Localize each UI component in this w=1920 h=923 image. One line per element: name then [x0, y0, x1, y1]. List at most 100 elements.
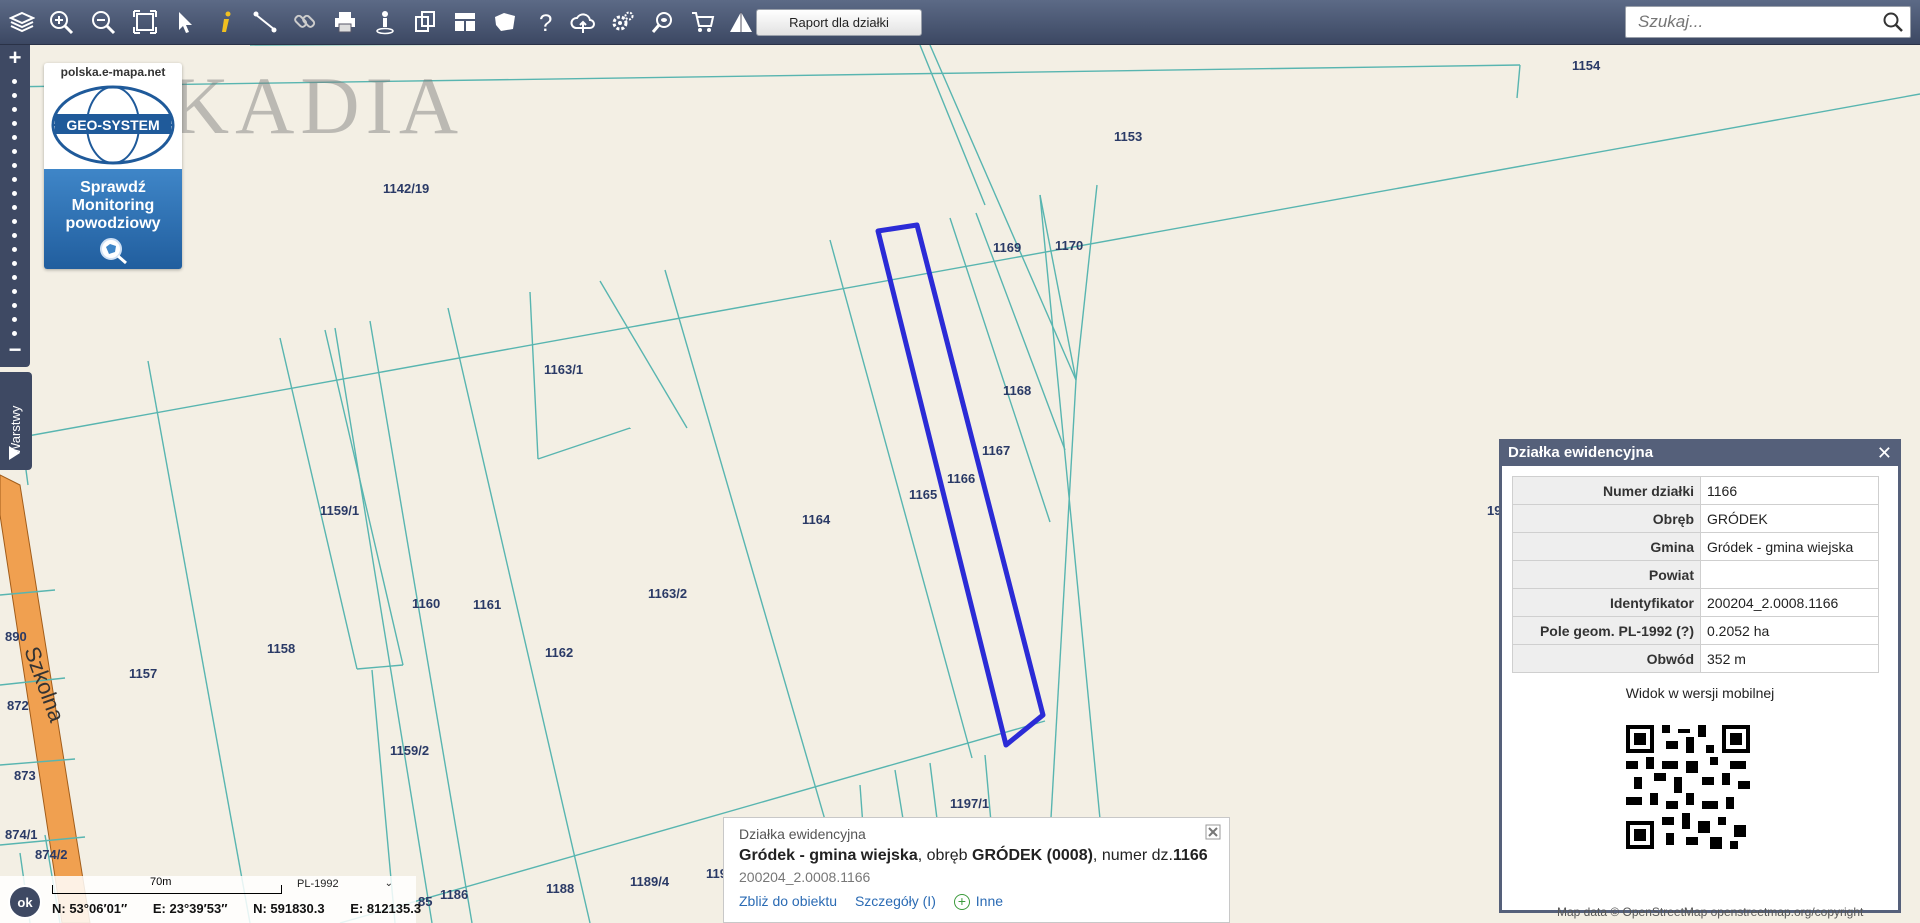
help-icon[interactable]: ? — [530, 6, 560, 38]
table-row: Identyfikator 200204_2.0008.1166 — [1512, 588, 1879, 617]
zoom-minus-button[interactable]: − — [0, 337, 30, 363]
zoom-level-dot[interactable] — [12, 289, 17, 294]
attr-key[interactable]: Pole geom. PL-1992 (?) — [1512, 616, 1701, 645]
zoom-level-dot[interactable] — [12, 205, 17, 210]
ok-button[interactable]: ok — [8, 885, 42, 919]
map-attribution[interactable]: Map data © OpenStreetMap openstreetmap.o… — [1557, 905, 1863, 919]
crs-select[interactable]: PL-1992 ⌄ — [297, 878, 393, 890]
layers-icon[interactable] — [7, 6, 37, 38]
details-link[interactable]: Szczegóły (I) — [855, 893, 936, 909]
parcel-label: 1158 — [267, 641, 295, 656]
zoom-level-dot[interactable] — [12, 317, 17, 322]
parcel-label: 1168 — [1003, 383, 1031, 398]
other-link[interactable]: + Inne — [953, 893, 1003, 911]
parcel-label: 1160 — [412, 596, 440, 611]
coordinates-readout: N: 53°06′01″ E: 23°39′53″ N: 591830.3 E:… — [52, 901, 443, 916]
parcel-label: 1188 — [546, 881, 574, 896]
print-icon[interactable] — [330, 6, 360, 38]
zoom-out-icon[interactable] — [88, 6, 118, 38]
flood-monitoring-link[interactable]: Sprawdź Monitoring powodziowy — [44, 169, 182, 269]
close-icon[interactable] — [1205, 824, 1221, 840]
zoom-level-dot[interactable] — [12, 275, 17, 280]
zoom-level-dot[interactable] — [12, 233, 17, 238]
zoom-level-dot[interactable] — [12, 247, 17, 252]
zoom-level-dot[interactable] — [12, 303, 17, 308]
table-row: Obręb GRÓDEK — [1512, 504, 1879, 533]
table-row: Obwód 352 m — [1512, 644, 1879, 673]
info-icon[interactable] — [211, 6, 241, 38]
close-icon[interactable]: ✕ — [1877, 442, 1892, 464]
position-icon[interactable] — [370, 6, 400, 38]
search-box — [1625, 6, 1911, 38]
zoom-level-dot[interactable] — [12, 177, 17, 182]
longitude: E: 23°39′53″ — [152, 901, 228, 916]
full-extent-icon[interactable] — [130, 6, 160, 38]
report-button[interactable]: Raport dla działki — [756, 9, 922, 36]
area-icon[interactable] — [490, 6, 520, 38]
table-row: Numer działki 1166 — [1512, 476, 1879, 505]
zoom-plus-button[interactable]: + — [0, 45, 30, 71]
parcel-label: 1165 — [909, 487, 937, 502]
zoom-level-dot[interactable] — [12, 191, 17, 196]
measure-distance-icon[interactable] — [250, 6, 280, 38]
zoom-to-object-link[interactable]: Zbliż do obiektu — [739, 893, 837, 909]
popup-numer: 1166 — [1172, 847, 1208, 864]
settings-icon[interactable] — [608, 6, 638, 38]
svg-text:?: ? — [539, 10, 552, 35]
layers-tab[interactable]: Warstwy — [0, 372, 32, 470]
parcel-labels: 1154 1153 1142/19 1169 1170 1163/1 1168 … — [5, 58, 1601, 909]
parcel-label: 1153 — [1114, 129, 1142, 144]
zoom-level-dot[interactable] — [12, 149, 17, 154]
parcel-label: 874/1 — [5, 827, 38, 842]
warning-icon[interactable] — [726, 6, 756, 38]
info-panel-header: Działka ewidencyjna ✕ — [1502, 442, 1898, 466]
zoom-in-icon[interactable] — [46, 6, 76, 38]
expand-arrow-icon — [9, 446, 20, 460]
zoom-level-dot[interactable] — [12, 79, 17, 84]
attr-key: Identyfikator — [1512, 588, 1701, 617]
popup-identifier: 200204_2.0008.1166 — [739, 869, 871, 885]
parcel-label: 1162 — [545, 645, 573, 660]
banner-line1: Sprawdź — [80, 179, 146, 196]
parcel-label: 1157 — [129, 666, 157, 681]
attr-value: 0.2052 ha — [1700, 616, 1879, 645]
copy-icon[interactable] — [410, 6, 440, 38]
link-icon[interactable] — [290, 6, 320, 38]
upload-icon[interactable] — [568, 6, 598, 38]
zoom-level-dot[interactable] — [12, 107, 17, 112]
banner-site: polska.e-mapa.net — [60, 65, 166, 79]
mobile-view-label: Widok w wersji mobilnej — [1625, 685, 1775, 701]
search-input[interactable] — [1626, 7, 1876, 37]
layout-icon[interactable] — [450, 6, 480, 38]
parcel-label: 1164 — [802, 512, 831, 527]
parcel-label: 1189/4 — [630, 874, 670, 889]
search-icon[interactable] — [1882, 11, 1904, 33]
parcel-attributes-table: Numer działki 1166 Obręb GRÓDEK Gmina Gr… — [1512, 476, 1879, 673]
zoom-level-dot[interactable] — [12, 331, 17, 336]
popup-numer-prefix: , numer dz. — [1092, 847, 1173, 864]
search-map-icon[interactable] — [648, 6, 678, 38]
magnifier-map-icon — [100, 238, 127, 265]
parcel-label: 873 — [14, 768, 36, 783]
parcel-label: 874/2 — [35, 847, 68, 862]
attr-key: Numer działki — [1512, 476, 1701, 505]
geo-system-banner[interactable]: polska.e-mapa.net GEO-SYSTEM Sprawdź Mon… — [44, 63, 182, 269]
zoom-level-dot[interactable] — [12, 121, 17, 126]
zoom-level-dot[interactable] — [12, 219, 17, 224]
parcel-label: 1159/2 — [390, 743, 429, 758]
attr-key: Gmina — [1512, 532, 1701, 561]
zoom-level-dot[interactable] — [12, 163, 17, 168]
zoom-level-dot[interactable] — [12, 93, 17, 98]
zoom-level-dot[interactable] — [12, 261, 17, 266]
zoom-level-dot[interactable] — [12, 135, 17, 140]
parcel-label: 1197/1 — [950, 796, 989, 811]
parcel-label: 1169 — [993, 240, 1021, 255]
parcel-label: 1166 — [947, 471, 975, 486]
qr-code[interactable] — [1626, 725, 1750, 849]
pointer-icon[interactable] — [170, 6, 200, 38]
popup-links: Zbliż do obiektu Szczegóły (I) + Inne — [739, 893, 1229, 911]
svg-text:GEO-SYSTEM: GEO-SYSTEM — [66, 117, 159, 133]
parcel-label: 1167 — [982, 443, 1010, 458]
cart-icon[interactable] — [688, 6, 718, 38]
parcel-label: 1142/19 — [383, 181, 429, 196]
